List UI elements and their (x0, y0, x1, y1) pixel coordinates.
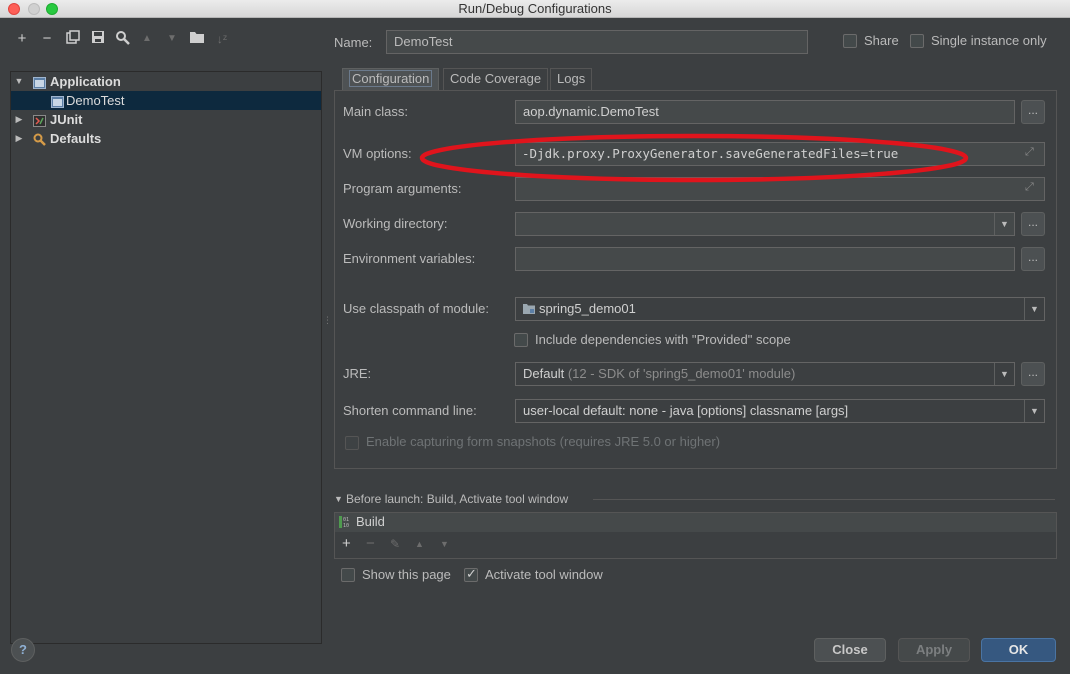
application-config-icon (51, 94, 64, 108)
edit-environment-variables-button[interactable]: ... (1021, 247, 1045, 271)
before-launch-toggle-icon[interactable]: ▼ (334, 494, 343, 504)
move-task-down-icon[interactable]: ▼ (440, 539, 449, 549)
before-launch-list: 01 10 Build + − ✎ ▲ ▼ (334, 512, 1057, 559)
add-icon[interactable]: + (13, 30, 31, 48)
before-launch-header: Before launch: Build, Activate tool wind… (346, 492, 569, 506)
environment-variables-input[interactable] (515, 247, 1015, 271)
before-launch-task-label: Build (356, 514, 385, 529)
tree-item-defaults[interactable]: ▶ Defaults (11, 129, 321, 148)
sort-icon[interactable]: ↓ᶻ (213, 30, 231, 48)
show-this-page-checkbox[interactable] (341, 568, 355, 582)
browse-jre-button[interactable]: ... (1021, 362, 1045, 386)
remove-icon[interactable]: − (38, 30, 56, 48)
main-class-label: Main class: (343, 104, 409, 119)
expand-field-icon[interactable]: ⤢ (1025, 181, 1039, 195)
before-launch-task-row[interactable]: 01 10 Build (335, 513, 1056, 532)
title-bar: Run/Debug Configurations (0, 0, 1070, 18)
shorten-command-line-select[interactable]: user-local default: none - java [options… (515, 399, 1045, 423)
include-dependencies-label: Include dependencies with "Provided" sco… (535, 332, 791, 347)
jre-detail: (12 - SDK of 'spring5_demo01' module) (567, 366, 796, 381)
classpath-module-select[interactable]: spring5_demo01 ▼ (515, 297, 1045, 321)
svg-text:10: 10 (343, 523, 349, 529)
tree-item-label: Application (50, 74, 121, 89)
copy-icon[interactable] (64, 30, 82, 48)
environment-variables-label: Environment variables: (343, 251, 476, 266)
ok-button[interactable]: OK (981, 638, 1056, 662)
classpath-module-label: Use classpath of module: (343, 301, 489, 316)
annotation-ellipse (419, 133, 969, 183)
module-folder-icon (523, 299, 535, 314)
tab-label: Configuration (349, 70, 433, 87)
collapse-arrow-icon[interactable]: ▶ (14, 129, 24, 148)
jre-select[interactable]: Default (12 - SDK of 'spring5_demo01' mo… (515, 362, 1015, 386)
expand-field-icon[interactable]: ⤢ (1025, 146, 1039, 160)
browse-working-directory-button[interactable]: ... (1021, 212, 1045, 236)
include-dependencies-checkbox[interactable] (514, 333, 528, 347)
chevron-down-icon[interactable]: ▼ (994, 363, 1014, 385)
wrench-icon (33, 132, 46, 146)
tab-logs[interactable]: Logs (550, 68, 593, 90)
tree-item-demotest[interactable]: DemoTest (11, 91, 321, 110)
remove-task-icon[interactable]: − (366, 535, 375, 552)
window-title: Run/Debug Configurations (458, 1, 612, 16)
vm-options-label: VM options: (343, 146, 412, 161)
browse-main-class-button[interactable]: ... (1021, 100, 1045, 124)
shorten-command-line-label: Shorten command line: (343, 403, 477, 418)
application-icon (33, 75, 46, 89)
tab-label: Logs (557, 71, 586, 86)
apply-button[interactable]: Apply (898, 638, 970, 662)
tree-item-label: DemoTest (66, 93, 125, 108)
enable-capturing-label: Enable capturing form snapshots (require… (366, 434, 721, 449)
show-this-page-label: Show this page (362, 567, 451, 582)
config-tree: ▼ Application DemoTest ▶ JUnit ▶ Default… (10, 71, 322, 644)
splitter-handle[interactable]: ⋮ (323, 316, 332, 334)
help-button[interactable]: ? (11, 638, 35, 662)
activate-tool-window-label: Activate tool window (485, 567, 603, 582)
working-directory-label: Working directory: (343, 216, 448, 231)
enable-capturing-checkbox[interactable] (345, 436, 359, 450)
share-checkbox[interactable] (843, 34, 857, 48)
chevron-down-icon[interactable]: ▼ (1024, 298, 1044, 320)
expand-arrow-icon[interactable]: ▼ (14, 72, 24, 91)
tree-item-label: Defaults (50, 131, 102, 146)
classpath-module-value: spring5_demo01 (539, 301, 636, 316)
divider (593, 499, 1055, 500)
tab-code-coverage[interactable]: Code Coverage (443, 68, 549, 90)
tree-item-application[interactable]: ▼ Application (11, 72, 321, 91)
move-task-up-icon[interactable]: ▲ (415, 539, 424, 549)
chevron-down-icon[interactable]: ▼ (994, 213, 1014, 235)
tree-item-junit[interactable]: ▶ JUnit (11, 110, 321, 129)
single-instance-checkbox[interactable] (910, 34, 924, 48)
move-up-icon[interactable]: ▲ (138, 30, 156, 48)
name-input[interactable]: DemoTest (386, 30, 808, 54)
build-icon: 01 10 (339, 515, 351, 529)
name-label: Name: (334, 35, 373, 50)
tab-label: Code Coverage (450, 71, 542, 86)
tree-item-label: JUnit (50, 112, 83, 127)
tab-configuration[interactable]: Configuration (342, 68, 440, 90)
jre-value: Default (523, 366, 565, 381)
add-task-icon[interactable]: + (342, 535, 351, 552)
edit-task-icon[interactable]: ✎ (390, 537, 400, 551)
close-button[interactable]: Close (814, 638, 886, 662)
collapse-arrow-icon[interactable]: ▶ (14, 110, 24, 129)
jre-label: JRE: (343, 366, 372, 381)
folder-icon[interactable] (188, 30, 206, 48)
share-label: Share (864, 33, 899, 48)
shorten-command-line-value: user-local default: none - java [options… (523, 403, 849, 418)
single-instance-label: Single instance only (931, 33, 1047, 48)
activate-tool-window-checkbox[interactable] (464, 566, 478, 582)
junit-icon (33, 113, 46, 127)
save-icon[interactable] (89, 30, 107, 48)
main-class-input[interactable]: aop.dynamic.DemoTest (515, 100, 1015, 124)
move-down-icon[interactable]: ▼ (163, 30, 181, 48)
edit-defaults-icon[interactable] (114, 30, 132, 48)
working-directory-input[interactable]: ▼ (515, 212, 1015, 236)
dialog-body: + − ▲ ▼ ↓ᶻ ▼ Application DemoTest ▶ JUni… (0, 18, 1070, 674)
chevron-down-icon[interactable]: ▼ (1024, 400, 1044, 422)
